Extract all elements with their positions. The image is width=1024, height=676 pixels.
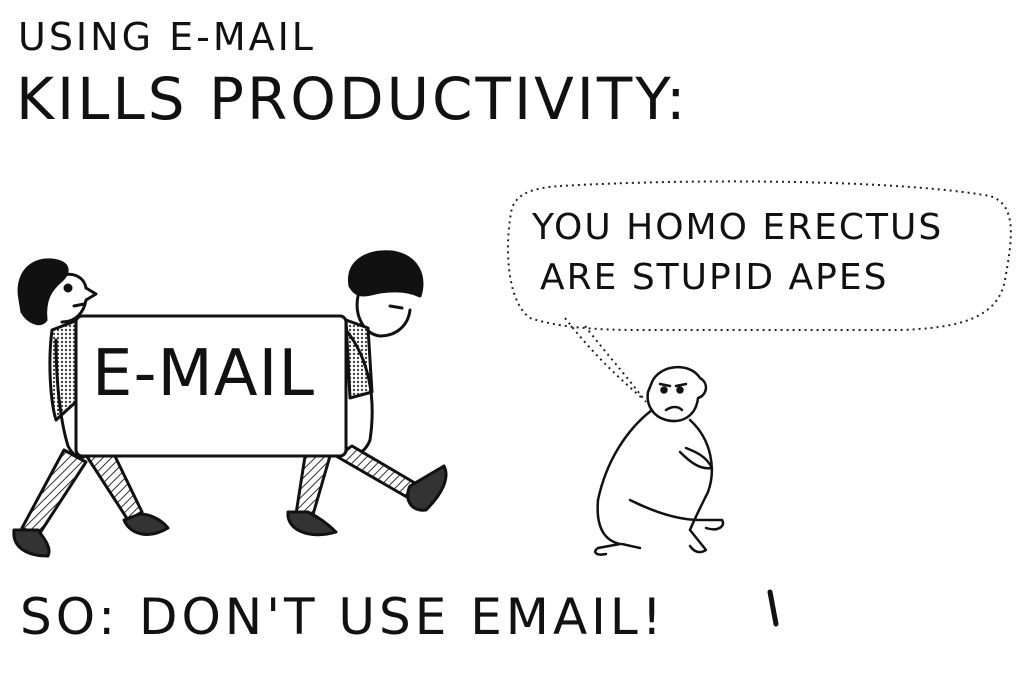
- right-man-hair: [348, 250, 424, 298]
- monkey-arm: [678, 446, 714, 470]
- left-man-shoe-left: [12, 528, 51, 558]
- left-man-leg-right: [82, 448, 144, 522]
- speech-bubble-line-2: ARE STUPID APES: [540, 257, 889, 298]
- left-man-leg-left: [20, 448, 88, 538]
- right-man-shirt: [344, 318, 374, 400]
- monkey-figure: [594, 365, 725, 556]
- monkey-leg: [628, 498, 725, 531]
- monkey-head: [646, 365, 708, 423]
- left-man-shirt: [48, 318, 80, 422]
- left-man-shoe-right: [122, 512, 170, 536]
- right-man-leg-left: [294, 448, 332, 520]
- exclamation-stroke: [767, 589, 779, 627]
- headline-line-2: KILLS PRODUCTIVITY:: [16, 65, 689, 133]
- footer-text: SO: DON'T USE EMAIL!: [20, 588, 666, 646]
- right-man-shoe-right: [406, 464, 448, 512]
- headline-line-1: USING E-MAIL: [18, 15, 316, 59]
- speech-bubble-line-1: YOU HOMO ERECTUS: [532, 207, 944, 248]
- email-sign-label: E-MAIL: [92, 337, 316, 411]
- left-man-hair: [17, 258, 69, 326]
- monkey-body: [596, 408, 714, 546]
- right-man-shoe-left: [286, 510, 338, 537]
